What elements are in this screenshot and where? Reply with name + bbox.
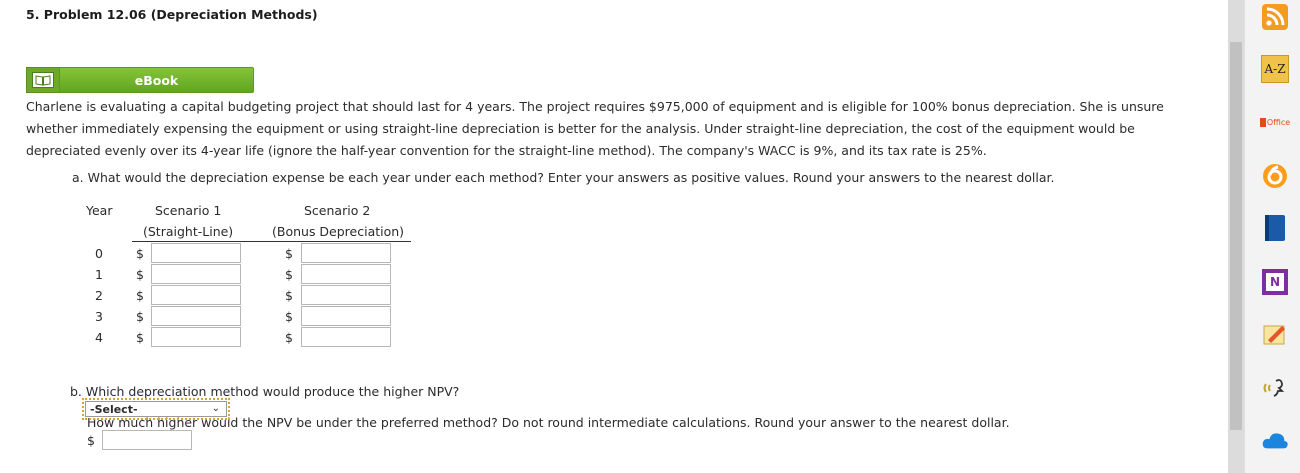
row-year-2: 2 <box>95 288 103 303</box>
scrollbar-thumb[interactable] <box>1230 42 1242 430</box>
row-year-3: 3 <box>95 309 103 324</box>
cloud-icon[interactable] <box>1261 426 1289 454</box>
row-year-4: 4 <box>95 330 103 345</box>
scenario1-year2-input[interactable] <box>151 285 241 305</box>
problem-title: 5. Problem 12.06 (Depreciation Methods) <box>26 7 318 22</box>
method-select-focus[interactable]: -Select- ⌄ <box>82 398 230 420</box>
currency-symbol: $ <box>285 330 293 345</box>
office-logo-icon <box>1259 117 1266 127</box>
method-select[interactable]: -Select- ⌄ <box>85 401 227 417</box>
row-year-1: 1 <box>95 267 103 282</box>
currency-symbol: $ <box>285 246 293 261</box>
col-header-year: Year <box>86 203 113 218</box>
col-header-scenario1-sub: (Straight-Line) <box>143 224 234 239</box>
part-b-question: b. Which depreciation method would produ… <box>70 384 460 399</box>
col-header-scenario2: Scenario 2 <box>304 203 371 218</box>
currency-symbol: $ <box>136 267 144 282</box>
onenote-label: N <box>1266 273 1284 291</box>
col-header-scenario2-sub: (Bonus Depreciation) <box>272 224 405 239</box>
chevron-down-icon: ⌄ <box>211 403 220 414</box>
rss-icon[interactable] <box>1261 3 1289 31</box>
scenario2-year1-input[interactable] <box>301 264 391 284</box>
select-value: -Select- <box>90 402 138 416</box>
scenario1-year1-input[interactable] <box>151 264 241 284</box>
currency-symbol: $ <box>136 288 144 303</box>
scenario1-year0-input[interactable] <box>151 243 241 263</box>
scenario1-year4-input[interactable] <box>151 327 241 347</box>
currency-symbol: $ <box>285 288 293 303</box>
paragraph-line: depreciated evenly over its 4-year life … <box>26 143 987 158</box>
ebook-book-icon[interactable] <box>26 67 60 93</box>
problem-paragraph: Charlene is evaluating a capital budgeti… <box>26 96 1186 162</box>
row-year-0: 0 <box>95 246 103 261</box>
scenario2-year4-input[interactable] <box>301 327 391 347</box>
office-icon[interactable]: Office <box>1259 108 1291 136</box>
onenote-icon[interactable]: N <box>1261 268 1289 296</box>
ebook-button[interactable]: eBook <box>59 67 254 93</box>
scenario2-year2-input[interactable] <box>301 285 391 305</box>
part-a-question: a. What would the depreciation expense b… <box>72 170 1055 185</box>
ebook-control[interactable]: eBook <box>26 67 254 93</box>
a-z-icon[interactable]: A-Z <box>1261 55 1289 83</box>
a-z-label: A-Z <box>1261 55 1289 83</box>
header-divider <box>132 241 411 242</box>
scenario2-year3-input[interactable] <box>301 306 391 326</box>
main-content: 5. Problem 12.06 (Depreciation Methods) … <box>0 0 1228 473</box>
office-label: Office <box>1266 117 1291 127</box>
blue-circle-icon[interactable] <box>1261 162 1289 190</box>
currency-symbol: $ <box>87 433 95 448</box>
voice-icon[interactable] <box>1261 374 1289 402</box>
currency-symbol: $ <box>285 267 293 282</box>
paragraph-line: whether immediately expensing the equipm… <box>26 121 1135 136</box>
notes-icon[interactable] <box>1261 320 1289 348</box>
currency-symbol: $ <box>136 246 144 261</box>
currency-symbol: $ <box>136 309 144 324</box>
paragraph-line: Charlene is evaluating a capital budgeti… <box>26 99 1164 114</box>
scenario2-year0-input[interactable] <box>301 243 391 263</box>
scenario1-year3-input[interactable] <box>151 306 241 326</box>
currency-symbol: $ <box>136 330 144 345</box>
book-icon[interactable] <box>1261 214 1289 242</box>
col-header-scenario1: Scenario 1 <box>155 203 222 218</box>
right-toolbar: A-Z Office N <box>1244 0 1300 473</box>
currency-symbol: $ <box>285 309 293 324</box>
npv-difference-input[interactable] <box>102 430 192 450</box>
